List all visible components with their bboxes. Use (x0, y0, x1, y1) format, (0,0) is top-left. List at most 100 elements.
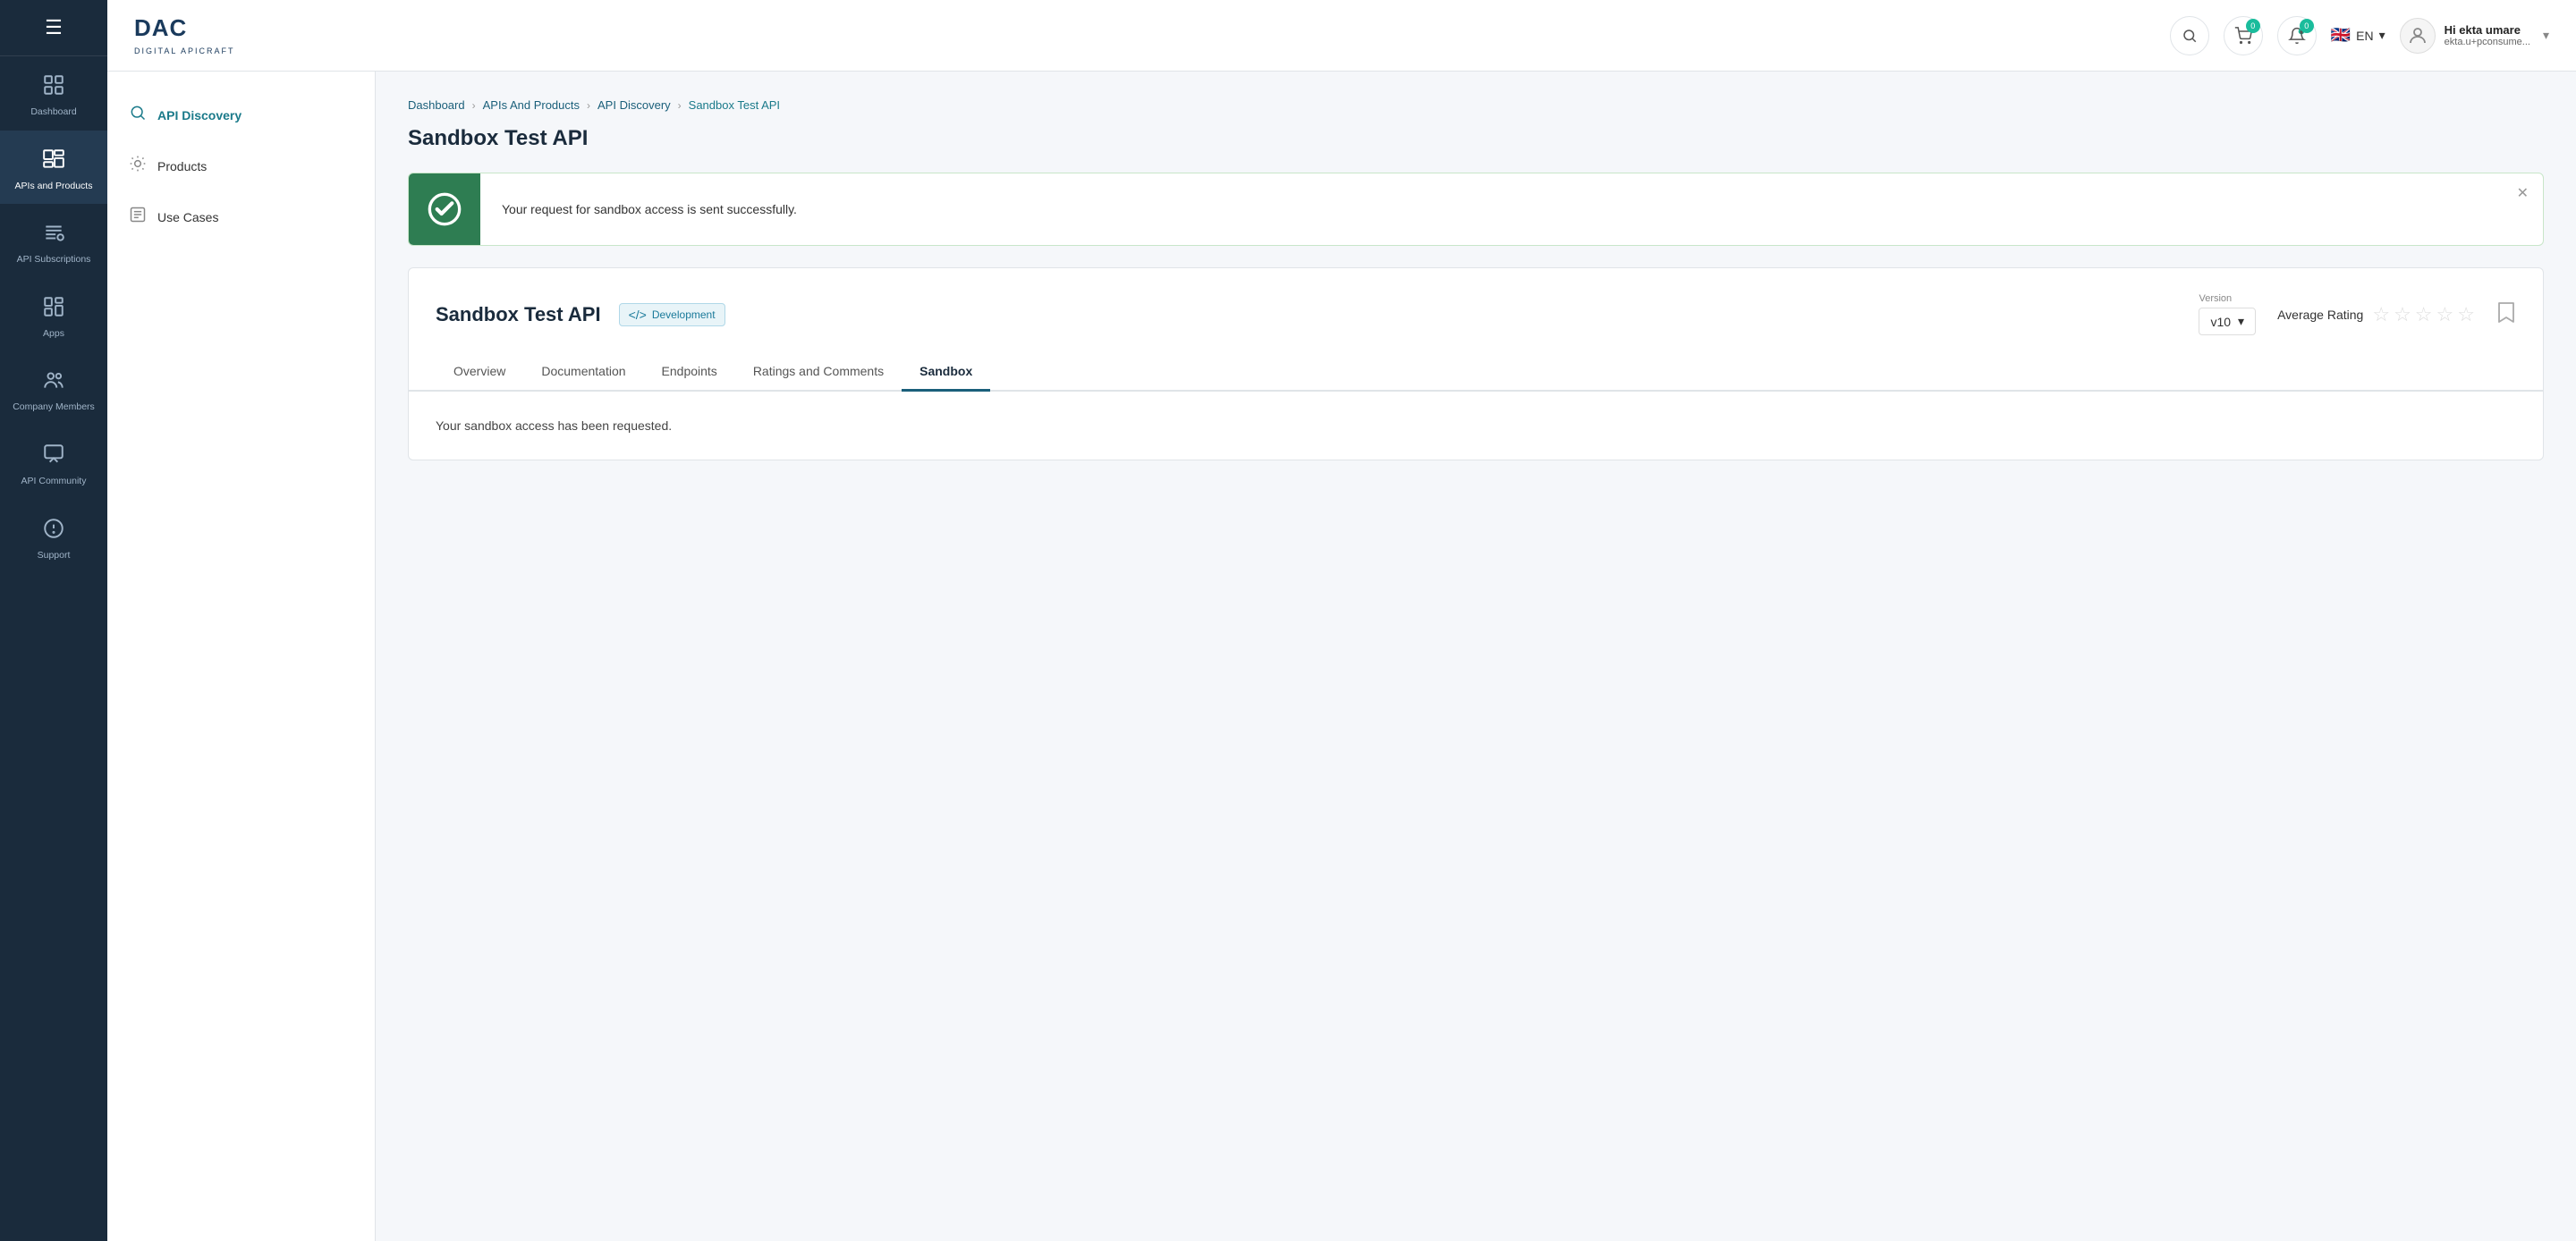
dashboard-icon (38, 69, 70, 101)
badge-label: Development (652, 308, 716, 321)
tab-documentation-label: Documentation (541, 364, 625, 378)
breadcrumb-dashboard[interactable]: Dashboard (408, 98, 465, 112)
tab-sandbox[interactable]: Sandbox (902, 353, 990, 392)
tab-overview-label: Overview (453, 364, 505, 378)
success-banner: Your request for sandbox access is sent … (408, 173, 2544, 246)
language-label: EN (2356, 29, 2373, 43)
logo-sub: DIGITAL APICRAFT (134, 46, 235, 55)
tab-endpoints-label: Endpoints (662, 364, 717, 378)
version-chevron-icon: ▾ (2238, 314, 2244, 329)
flag-icon: 🇬🇧 (2331, 26, 2351, 45)
cart-button[interactable]: 0 (2224, 16, 2263, 55)
sidebar-item-support[interactable]: Support (0, 500, 107, 574)
logo-text: DAC (134, 16, 187, 39)
star-5[interactable]: ☆ (2457, 303, 2475, 326)
sidebar-item-label: API Community (21, 476, 87, 487)
main-area: DAC DIGITAL APICRAFT 0 (107, 0, 2576, 1241)
api-card-header: Sandbox Test API </> Development Version… (409, 268, 2543, 335)
user-email: ekta.u+pconsume... (2445, 37, 2530, 47)
breadcrumb-current: Sandbox Test API (689, 98, 780, 112)
tab-documentation[interactable]: Documentation (523, 353, 643, 392)
code-icon: </> (629, 308, 647, 322)
star-2[interactable]: ☆ (2394, 303, 2411, 326)
sidebar-item-label: API Subscriptions (17, 254, 91, 266)
success-message: Your request for sandbox access is sent … (480, 202, 818, 216)
breadcrumb-sep-1: › (472, 99, 476, 112)
sidebar-toggle[interactable]: ☰ (0, 0, 107, 56)
api-subscriptions-icon (38, 216, 70, 249)
sidebar-item-label: APIs and Products (15, 181, 93, 192)
user-text: Hi ekta umare ekta.u+pconsume... (2445, 23, 2530, 47)
tab-overview[interactable]: Overview (436, 353, 523, 392)
breadcrumb-sep-2: › (587, 99, 590, 112)
search-button[interactable] (2170, 16, 2209, 55)
version-dropdown[interactable]: v10 ▾ (2199, 308, 2256, 335)
page-title: Sandbox Test API (408, 126, 2544, 151)
star-4[interactable]: ☆ (2436, 303, 2454, 326)
use-cases-icon (129, 206, 147, 228)
sidebar-item-label: Dashboard (30, 106, 76, 118)
user-name: Hi ekta umare (2445, 23, 2530, 37)
left-panel: API Discovery Products (107, 72, 376, 1241)
user-chevron-icon: ▾ (2543, 28, 2549, 43)
sandbox-message: Your sandbox access has been requested. (436, 418, 672, 433)
tab-endpoints[interactable]: Endpoints (644, 353, 735, 392)
api-card-right: Version v10 ▾ Average Rating ☆ ☆ ☆ (2199, 293, 2516, 335)
left-panel-item-api-discovery[interactable]: API Discovery (107, 89, 375, 140)
sidebar-item-apis-products[interactable]: APIs and Products (0, 131, 107, 205)
version-value: v10 (2210, 315, 2231, 329)
user-avatar (2400, 18, 2436, 54)
user-menu[interactable]: Hi ekta umare ekta.u+pconsume... ▾ (2400, 18, 2549, 54)
bookmark-icon[interactable] (2496, 300, 2516, 329)
left-panel-item-use-cases[interactable]: Use Cases (107, 191, 375, 242)
star-3[interactable]: ☆ (2415, 303, 2433, 326)
header: DAC DIGITAL APICRAFT 0 (107, 0, 2576, 72)
apis-products-icon (38, 143, 70, 175)
apps-icon (38, 291, 70, 323)
success-close-button[interactable]: ✕ (2517, 184, 2529, 202)
sidebar-item-label: Support (38, 550, 71, 561)
api-card: Sandbox Test API </> Development Version… (408, 267, 2544, 460)
version-selector: Version v10 ▾ (2199, 293, 2256, 335)
sidebar-item-company-members[interactable]: Company Members (0, 351, 107, 426)
language-chevron-icon: ▾ (2379, 28, 2385, 43)
products-icon (129, 155, 147, 177)
rating-section: Average Rating ☆ ☆ ☆ ☆ ☆ (2277, 303, 2475, 326)
api-title: Sandbox Test API (436, 303, 601, 326)
sidebar-item-label: Company Members (13, 401, 95, 413)
language-selector[interactable]: 🇬🇧 EN ▾ (2331, 26, 2385, 45)
rating-label: Average Rating (2277, 308, 2363, 322)
left-panel-item-label: Use Cases (157, 210, 218, 224)
logo: DAC DIGITAL APICRAFT (134, 16, 235, 55)
star-1[interactable]: ☆ (2372, 303, 2390, 326)
tab-ratings-comments-label: Ratings and Comments (753, 364, 884, 378)
content-area: API Discovery Products (107, 72, 2576, 1241)
api-card-content: Your sandbox access has been requested. (409, 392, 2543, 460)
breadcrumb-api-discovery[interactable]: API Discovery (597, 98, 671, 112)
api-community-icon (38, 438, 70, 470)
success-icon-box (409, 173, 480, 245)
sidebar-item-api-subscriptions[interactable]: API Subscriptions (0, 204, 107, 278)
api-discovery-icon (129, 104, 147, 126)
support-icon (38, 512, 70, 545)
header-actions: 0 0 0 🇬🇧 EN ▾ (2170, 16, 2549, 55)
tab-sandbox-label: Sandbox (919, 364, 972, 378)
left-panel-item-products[interactable]: Products (107, 140, 375, 191)
sidebar-item-dashboard[interactable]: Dashboard (0, 56, 107, 131)
stars: ☆ ☆ ☆ ☆ ☆ (2372, 303, 2475, 326)
breadcrumb-apis-products[interactable]: APIs And Products (483, 98, 580, 112)
development-badge: </> Development (619, 303, 725, 326)
menu-icon[interactable]: ☰ (45, 16, 63, 39)
notification-badge: 0 (2300, 19, 2314, 33)
tab-ratings-comments[interactable]: Ratings and Comments (735, 353, 902, 392)
sidebar: ☰ Dashboard APIs and Products (0, 0, 107, 1241)
api-tabs: Overview Documentation Endpoints Ratings… (409, 353, 2543, 392)
breadcrumb: Dashboard › APIs And Products › API Disc… (408, 98, 2544, 112)
version-label: Version (2199, 293, 2256, 304)
sidebar-item-apps[interactable]: Apps (0, 278, 107, 352)
sidebar-item-api-community[interactable]: API Community (0, 426, 107, 500)
notification-button[interactable]: 0 0 (2277, 16, 2317, 55)
breadcrumb-sep-3: › (678, 99, 682, 112)
left-panel-item-label: API Discovery (157, 108, 242, 122)
right-panel: Dashboard › APIs And Products › API Disc… (376, 72, 2576, 1241)
